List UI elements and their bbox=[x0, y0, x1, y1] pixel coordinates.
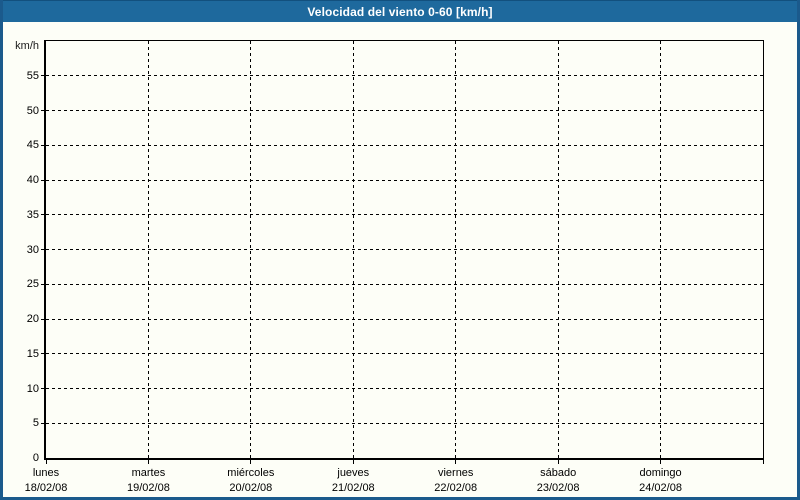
x-axis-date: 23/02/08 bbox=[503, 481, 613, 496]
y-tick-label: 30 bbox=[3, 243, 39, 257]
y-tick-mark bbox=[41, 249, 44, 250]
plot-area bbox=[44, 40, 764, 460]
chart-window: Velocidad del viento 0-60 [km/h] km/h 0 5… bbox=[0, 0, 800, 500]
x-axis-day-name: miércoles bbox=[227, 467, 274, 479]
y-tick-label: 40 bbox=[3, 173, 39, 187]
y-gridline bbox=[46, 284, 763, 285]
y-tick-label: 20 bbox=[3, 312, 39, 326]
y-tick-label: 15 bbox=[3, 347, 39, 361]
y-gridline bbox=[46, 75, 763, 76]
y-tick-label: 25 bbox=[3, 277, 39, 291]
x-tick-mark bbox=[558, 460, 559, 464]
x-gridline bbox=[250, 41, 251, 458]
x-axis-label: jueves 21/02/08 bbox=[298, 466, 408, 496]
x-tick-mark bbox=[763, 460, 764, 464]
y-tick-mark bbox=[41, 423, 44, 424]
y-tick-label: 50 bbox=[3, 104, 39, 118]
y-tick-mark bbox=[41, 214, 44, 215]
y-tick-mark bbox=[41, 388, 44, 389]
x-axis-day-name: domingo bbox=[639, 467, 681, 479]
x-gridline bbox=[148, 41, 149, 458]
x-tick-mark bbox=[455, 460, 456, 464]
y-gridline bbox=[46, 423, 763, 424]
x-axis-day-name: lunes bbox=[33, 467, 59, 479]
x-gridline bbox=[353, 41, 354, 458]
x-axis-day-name: jueves bbox=[337, 467, 369, 479]
x-gridline bbox=[455, 41, 456, 458]
y-tick-mark bbox=[41, 319, 44, 320]
y-gridline bbox=[46, 180, 763, 181]
chart-title-bar: Velocidad del viento 0-60 [km/h] bbox=[3, 0, 797, 22]
y-gridline bbox=[46, 353, 763, 354]
x-axis-label: martes 19/02/08 bbox=[93, 466, 203, 496]
y-tick-mark bbox=[41, 145, 44, 146]
y-gridline bbox=[46, 388, 763, 389]
y-tick-label: 35 bbox=[3, 208, 39, 222]
y-gridline bbox=[46, 214, 763, 215]
x-gridline bbox=[558, 41, 559, 458]
x-tick-mark bbox=[660, 460, 661, 464]
chart-wrapper: km/h 0 5 10 15 20 25 30 35 40 45 50 55 lunes 18/02/08… bbox=[3, 22, 797, 497]
y-gridline bbox=[46, 319, 763, 320]
y-gridline bbox=[46, 145, 763, 146]
y-tick-mark bbox=[41, 353, 44, 354]
x-axis-date: 24/02/08 bbox=[606, 481, 716, 496]
x-axis-date: 21/02/08 bbox=[298, 481, 408, 496]
y-tick-mark bbox=[41, 75, 44, 76]
y-tick-mark bbox=[41, 110, 44, 111]
x-axis-date: 20/02/08 bbox=[196, 481, 306, 496]
x-axis-day-name: sábado bbox=[540, 467, 576, 479]
y-tick-label: 10 bbox=[3, 382, 39, 396]
x-axis-label: sábado 23/02/08 bbox=[503, 466, 613, 496]
x-gridline bbox=[660, 41, 661, 458]
y-gridline bbox=[46, 249, 763, 250]
x-tick-mark bbox=[353, 460, 354, 464]
x-axis-date: 18/02/08 bbox=[0, 481, 101, 496]
x-axis-label: domingo 24/02/08 bbox=[606, 466, 716, 496]
x-axis-day-name: martes bbox=[132, 467, 166, 479]
y-gridline bbox=[46, 110, 763, 111]
x-axis-date: 22/02/08 bbox=[401, 481, 511, 496]
x-axis-label: lunes 18/02/08 bbox=[0, 466, 101, 496]
y-tick-mark bbox=[41, 284, 44, 285]
x-axis-label: miércoles 20/02/08 bbox=[196, 466, 306, 496]
y-axis-unit-label: km/h bbox=[7, 39, 39, 53]
x-axis-label: viernes 22/02/08 bbox=[401, 466, 511, 496]
y-tick-label: 55 bbox=[3, 69, 39, 83]
x-axis-date: 19/02/08 bbox=[93, 481, 203, 496]
x-tick-mark bbox=[46, 460, 47, 464]
x-tick-mark bbox=[148, 460, 149, 464]
x-axis-day-name: viernes bbox=[438, 467, 473, 479]
y-tick-label: 5 bbox=[3, 416, 39, 430]
y-tick-mark bbox=[41, 180, 44, 181]
chart-title: Velocidad del viento 0-60 [km/h] bbox=[307, 5, 492, 19]
x-tick-mark bbox=[250, 460, 251, 464]
y-tick-label: 45 bbox=[3, 138, 39, 152]
y-tick-label: 0 bbox=[3, 451, 39, 465]
